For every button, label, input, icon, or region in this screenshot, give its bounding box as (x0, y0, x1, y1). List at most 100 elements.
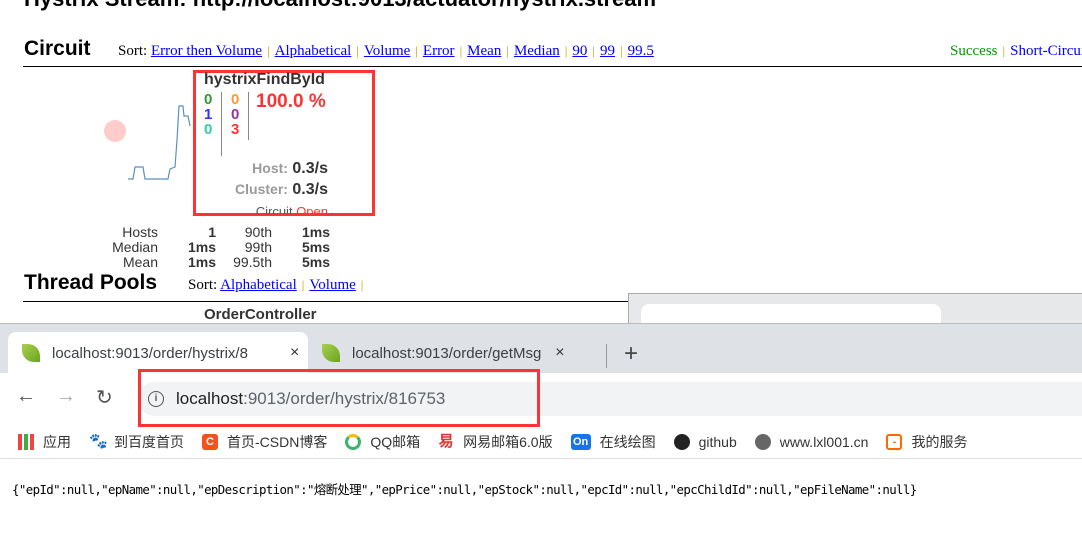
hosts-value: 1 (208, 224, 216, 240)
health-circle (104, 120, 126, 142)
stats-labels-2: 90th 99th 99.5th (222, 225, 272, 270)
globe-icon (754, 433, 771, 450)
sort-99[interactable]: 99 (600, 43, 615, 59)
sort-alphabetical[interactable]: Alphabetical (220, 277, 297, 293)
bookmark-label: 网易邮箱6.0版 (463, 433, 553, 450)
bookmarks-bar: 应用 🐾 到百度首页 C 首页-CSDN博客 QQ邮箱 易网易邮箱6.0版 On 在线… (0, 425, 1082, 459)
divider (248, 92, 249, 140)
sort-volume[interactable]: Volume (309, 277, 355, 293)
bookmark-label: www.lxl001.cn (779, 433, 869, 450)
short-circuited-count: 1 (204, 106, 213, 123)
timeout-count: 0 (231, 91, 240, 108)
sort-volume[interactable]: Volume (364, 43, 410, 59)
divider (221, 92, 222, 156)
tab-divider (606, 344, 607, 368)
circuit-status-label: Circuit (255, 204, 293, 214)
thread-pools-divider (23, 301, 643, 302)
p90-value: 1ms (301, 224, 330, 240)
sort-median[interactable]: Median (514, 43, 560, 59)
bookmark-csdn[interactable]: C 首页-CSDN博客 (202, 432, 327, 452)
stats-values-2: 1ms 5ms 5ms (280, 225, 330, 270)
circuit-section-title: Circuit (24, 37, 91, 60)
close-tab-icon[interactable]: × (555, 344, 564, 362)
bookmark-label: 到百度首页 (114, 433, 184, 450)
bookmark-label: QQ邮箱 (370, 433, 421, 450)
bookmark-label: github (698, 433, 737, 450)
host-label: Host: (252, 160, 288, 176)
legend-success: Success (950, 43, 998, 59)
error-percentage: 100.0 % (256, 91, 326, 112)
cluster-rate: Cluster: 0.3/s (235, 181, 328, 199)
cluster-rate-value: 0.3/s (292, 181, 328, 198)
median-value: 1ms (187, 239, 216, 255)
sort-90[interactable]: 90 (572, 43, 587, 59)
sort-mean[interactable]: Mean (467, 43, 501, 59)
processon-icon: On (570, 433, 591, 450)
thread-pools-sort-bar: Sort: Alphabetical | Volume | (188, 277, 364, 293)
bookmark-netease[interactable]: 易网易邮箱6.0版 (438, 432, 553, 452)
stats-values-1: 1 1ms 1ms (170, 225, 216, 270)
cluster-label: Cluster: (235, 181, 288, 197)
back-button[interactable]: ← (16, 385, 36, 408)
github-icon (673, 433, 690, 450)
bad-request-count: 0 (204, 121, 213, 138)
circuit-status: Circuit Open (256, 204, 328, 214)
median-label: Median (112, 239, 158, 255)
bookmark-label: 在线绘图 (599, 433, 656, 450)
bookmark-label: 应用 (43, 433, 71, 450)
bookmark-label: 首页-CSDN博客 (227, 433, 328, 450)
mean-value: 1ms (187, 254, 216, 270)
success-count: 0 (204, 91, 213, 108)
bookmark-aliyun[interactable]: - 我的服务 (886, 432, 967, 452)
sort-error[interactable]: Error (423, 43, 455, 59)
tab-title: localhost:9013/order/hystrix/8 (52, 344, 248, 362)
failure-count: 3 (231, 121, 240, 138)
legend-short-circuited: Short-Circuited (1010, 43, 1082, 59)
tab-title: localhost:9013/order/getMsg (352, 344, 542, 362)
bookmark-lxl001[interactable]: www.lxl001.cn (754, 433, 869, 450)
rate-sparkline (128, 105, 191, 180)
tab-hystrix[interactable]: localhost:9013/order/hystrix/8 × (8, 332, 308, 374)
rejected-count: 0 (231, 106, 240, 123)
sort-error-then-volume[interactable]: Error then Volume (151, 43, 262, 59)
p99-value: 5ms (301, 239, 330, 255)
tab-strip: localhost:9013/order/hystrix/8 × localho… (0, 323, 1082, 374)
url-highlight-box (138, 369, 540, 427)
bookmark-label: 我的服务 (911, 433, 968, 450)
close-tab-icon[interactable]: × (290, 344, 299, 362)
bookmark-processon[interactable]: On 在线绘图 (570, 432, 656, 452)
sort-label: Sort: (118, 43, 148, 59)
stats-labels-1: Hosts Median Mean (100, 225, 158, 270)
reload-button[interactable]: ↻ (96, 385, 113, 410)
hosts-label: Hosts (122, 224, 158, 240)
qq-mail-icon (345, 433, 362, 450)
circuit-status-value: Open (296, 204, 328, 214)
page-title: Hystrix Stream: http://localhost:9013/ac… (24, 0, 656, 12)
p995-label: 99.5th (233, 254, 272, 270)
sort-99-5[interactable]: 99.5 (628, 43, 654, 59)
thread-pools-title: Thread Pools (24, 271, 158, 294)
p90-label: 90th (244, 224, 272, 240)
mean-label: Mean (122, 254, 158, 270)
baidu-paw-icon: 🐾 (89, 432, 108, 450)
p99-label: 99th (244, 239, 272, 255)
tab-getmsg[interactable]: localhost:9013/order/getMsg × (308, 332, 604, 374)
bookmark-github[interactable]: github (673, 433, 737, 450)
sort-alphabetical[interactable]: Alphabetical (275, 43, 352, 59)
browser-window: localhost:9013/order/hystrix/8 × localho… (0, 323, 1082, 553)
bookmark-baidu[interactable]: 🐾 到百度首页 (89, 432, 184, 452)
circuit-divider (23, 66, 1082, 67)
sort-label: Sort: (188, 277, 218, 293)
apps-grid-icon (18, 433, 34, 450)
circuit-counts-col2: 0 0 3 (231, 92, 239, 137)
forward-button[interactable]: → (56, 385, 76, 408)
circuit-counts-col1: 0 1 0 (204, 92, 212, 137)
host-rate: Host: 0.3/s (252, 160, 328, 178)
spring-leaf-icon (322, 344, 340, 362)
circuit-legend: Success|Short-Circuited (950, 43, 1082, 60)
thread-pool-name: OrderController (204, 306, 317, 323)
bookmark-qqmail[interactable]: QQ邮箱 (345, 432, 420, 452)
bookmark-apps[interactable]: 应用 (18, 432, 71, 452)
new-tab-button[interactable]: + (624, 340, 638, 368)
circuit-sort-bar: Sort: Error then Volume | Alphabetical | Vol… (118, 43, 654, 59)
